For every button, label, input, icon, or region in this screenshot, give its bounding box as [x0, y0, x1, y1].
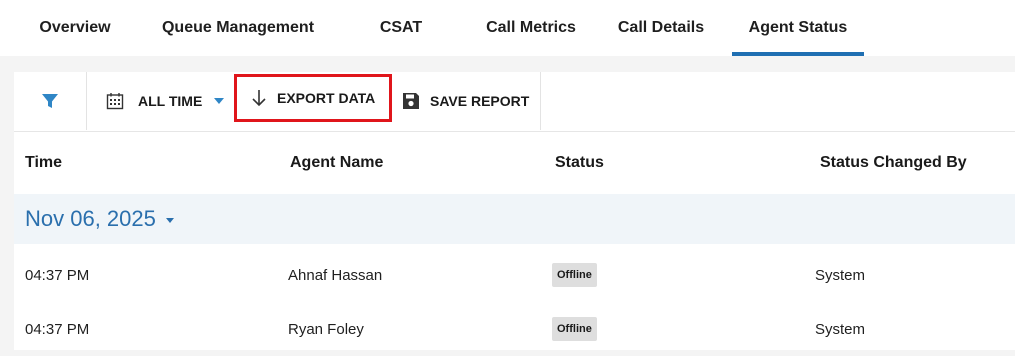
toolbar: ALL TIME EXPORT DATA SAVE REPORT: [14, 72, 1015, 130]
column-header-status[interactable]: Status: [555, 132, 604, 194]
tab-overview[interactable]: Overview: [24, 0, 126, 56]
column-header-time[interactable]: Time: [25, 132, 62, 194]
row-status-changed-by: System: [815, 320, 866, 338]
report-panel: ALL TIME EXPORT DATA SAVE REPORT Time Ag…: [14, 72, 1015, 350]
date-range-dropdown[interactable]: ALL TIME: [106, 72, 225, 130]
column-header-agent-name[interactable]: Agent Name: [290, 132, 383, 194]
table-row[interactable]: 04:37 PM Ahnaf Hassan Offline System: [14, 248, 1015, 302]
status-cell: Offline: [552, 302, 597, 356]
column-header-status-changed-by[interactable]: Status Changed By: [820, 132, 967, 194]
save-report-button[interactable]: SAVE REPORT: [402, 72, 529, 130]
filter-icon: [42, 94, 58, 108]
tab-agent-status[interactable]: Agent Status: [732, 0, 864, 56]
toolbar-divider: [86, 72, 87, 130]
tab-call-details[interactable]: Call Details: [606, 0, 716, 56]
calendar-icon: [106, 93, 124, 110]
tab-call-metrics[interactable]: Call Metrics: [474, 0, 588, 56]
status-badge: Offline: [552, 263, 597, 287]
date-group-header[interactable]: Nov 06, 2025: [14, 194, 1015, 244]
row-agent-name: Ahnaf Hassan: [288, 266, 383, 284]
table-header: Time Agent Name Status Status Changed By: [14, 131, 1015, 194]
row-time: 04:37 PM: [25, 266, 90, 284]
caret-down-icon: [214, 98, 225, 104]
filter-button[interactable]: [14, 72, 86, 130]
row-time: 04:37 PM: [25, 320, 90, 338]
arrow-down-icon: [252, 90, 266, 107]
save-report-label: SAVE REPORT: [430, 93, 530, 109]
caret-down-icon: [165, 217, 174, 223]
save-icon: [403, 93, 419, 109]
export-data-button[interactable]: EXPORT DATA: [234, 74, 392, 122]
date-range-label: ALL TIME: [138, 93, 203, 109]
toolbar-divider: [540, 72, 541, 130]
status-cell: Offline: [552, 248, 597, 302]
table-row[interactable]: 04:37 PM Ryan Foley Offline System: [14, 302, 1015, 356]
row-agent-name: Ryan Foley: [288, 320, 364, 338]
tab-queue-management[interactable]: Queue Management: [148, 0, 328, 56]
row-status-changed-by: System: [815, 266, 866, 284]
tab-csat[interactable]: CSAT: [362, 0, 440, 56]
report-tabs: Overview Queue Management CSAT Call Metr…: [0, 0, 1015, 56]
export-data-label: EXPORT DATA: [277, 90, 376, 106]
status-badge: Offline: [552, 317, 597, 341]
date-group-label: Nov 06, 2025: [25, 206, 156, 231]
